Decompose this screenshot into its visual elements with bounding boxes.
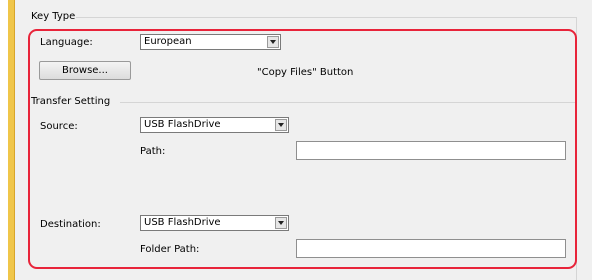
left-accent-stripe: [8, 0, 15, 280]
key-type-group-top-line: [76, 17, 576, 18]
key-type-group-label: Key Type: [31, 11, 76, 22]
scrollbar-track[interactable]: [579, 0, 592, 280]
red-highlight-frame: [28, 29, 577, 269]
